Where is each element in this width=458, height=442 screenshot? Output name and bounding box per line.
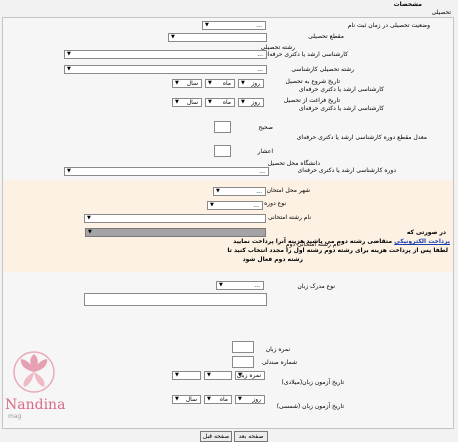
status-select[interactable]: ... ▼ [202, 21, 266, 30]
chevron-down-icon: ▼ [175, 396, 179, 402]
university-label: دانشگاه محل تحصیل [267, 160, 320, 167]
university-select[interactable]: ... ▼ [64, 167, 269, 176]
status-label: وضعیت تحصیلی در زمان ثبت نام [347, 22, 430, 29]
university-sub-label: دوره کارشناسی ارشد یا دکتری حرفه‌ای [297, 167, 396, 174]
cert-type-select[interactable]: ... ▼ [216, 281, 264, 290]
solar-month-select[interactable]: ماه ▼ [204, 395, 232, 404]
end-day-select[interactable]: روز ▼ [238, 98, 264, 107]
gpa-int-input[interactable] [214, 121, 231, 133]
major-sub-label: کارشناسی ارشد یا دکتری حرفه‌ای [263, 51, 348, 58]
end-day-value: روز [251, 99, 260, 106]
start-date-sub-label: کارشناسی ارشد یا دکتری حرفه‌ای [299, 86, 384, 93]
flower-logo-icon [13, 351, 55, 393]
end-month-select[interactable]: ماه ▼ [205, 98, 235, 107]
chevron-down-icon: ▼ [207, 372, 211, 378]
start-year-value: سال [186, 80, 198, 87]
university-select-value: ... [259, 168, 265, 175]
bachelor-major-select-value: ... [257, 66, 263, 73]
greg-year-select[interactable]: ▼ [172, 371, 201, 380]
gpa-dec-label: اعشار [257, 148, 273, 155]
status-select-value: ... [256, 22, 262, 29]
major2-select[interactable]: ▼ [85, 228, 266, 237]
nandina-logo: Nandina mag [5, 350, 66, 420]
greg-day-select[interactable]: نمره زبان ▼ [235, 371, 265, 380]
solar-year-value: سال [185, 396, 197, 403]
chevron-down-icon: ▼ [175, 99, 179, 105]
seat-number-label: شماره صندلی [261, 359, 297, 366]
major-select[interactable]: ... ▼ [64, 50, 267, 59]
start-month-select[interactable]: ماه ▼ [205, 79, 235, 88]
start-day-select[interactable]: روز ▼ [238, 79, 264, 88]
prev-page-button[interactable]: صفحه قبل [200, 431, 232, 442]
course-type-select-value: ... [253, 202, 259, 209]
section-subtitle: تحصیلی [431, 9, 451, 16]
exam-date-solar-label: تاریخ آزمون زبان (شمسی) [276, 403, 344, 410]
end-month-value: ماه [222, 99, 231, 106]
chevron-down-icon: ▼ [216, 188, 220, 194]
notice-line2-text: متقاضی رشته دوم می باشید هزینه آنرا پردا… [233, 238, 393, 245]
chevron-down-icon: ▼ [241, 99, 245, 105]
notice-line4: رشته دوم فعال شود [242, 256, 303, 263]
course-type-select[interactable]: ... ▼ [207, 201, 263, 210]
chevron-down-icon: ▼ [205, 22, 209, 28]
gpa-dec-input[interactable] [214, 145, 231, 157]
chevron-down-icon: ▼ [208, 80, 212, 86]
chevron-down-icon: ▼ [241, 80, 245, 86]
next-page-button[interactable]: صفحه بعد [234, 431, 268, 442]
notice-link[interactable]: پرداخت الکترونیکی [394, 238, 450, 245]
grade-select[interactable]: ▼ [168, 33, 267, 42]
gpa-label: معدل مقطع دوره کارشناسی ارشد یا دکتری حر… [296, 134, 427, 141]
grade-label: مقطع تحصیلی [308, 33, 344, 40]
chevron-down-icon: ▼ [67, 168, 71, 174]
score-input[interactable] [232, 341, 254, 353]
chevron-down-icon: ▼ [88, 229, 92, 235]
major-select-value: ... [257, 51, 263, 58]
chevron-down-icon: ▼ [207, 396, 211, 402]
cert-type-label: نوع مدرک زبان [297, 283, 335, 290]
end-year-value: سال [186, 99, 198, 106]
greg-month-select[interactable]: ▼ [204, 371, 232, 380]
city-select-value: ... [256, 188, 262, 195]
gpa-int-label: صحیح [258, 124, 273, 131]
city-select[interactable]: ... ▼ [213, 187, 266, 196]
major1-select[interactable]: ▼ [84, 214, 266, 223]
brand-sub: mag [8, 413, 22, 420]
chevron-down-icon: ▼ [238, 396, 242, 402]
notice-line3: لطفا پس از پرداخت هزینه برای رشته دوم رش… [227, 247, 448, 254]
solar-day-select[interactable]: روز ▼ [235, 395, 265, 404]
city-label: شهر محل امتحان [266, 187, 310, 194]
chevron-down-icon: ▼ [171, 34, 175, 40]
chevron-down-icon: ▼ [175, 80, 179, 86]
bachelor-major-select[interactable]: ... ▼ [64, 65, 267, 74]
cert-type-select-value: ... [254, 282, 260, 289]
solar-year-select[interactable]: سال ▼ [172, 395, 201, 404]
course-type-label: نوع دوره [264, 200, 286, 207]
brand-name: Nandina [5, 397, 66, 413]
chevron-down-icon: ▼ [67, 51, 71, 57]
start-month-value: ماه [222, 80, 231, 87]
section-title: مشخصات [393, 1, 422, 8]
notice-line1: در صورتی که [406, 229, 446, 236]
solar-month-value: ماه [219, 396, 228, 403]
chevron-down-icon: ▼ [67, 66, 71, 72]
cert-detail-input[interactable] [84, 293, 267, 306]
exam-date-gregorian-label: تاریخ آزمون زبان(میلادی) [281, 379, 345, 386]
chevron-down-icon: ▼ [208, 99, 212, 105]
chevron-down-icon: ▼ [238, 372, 242, 378]
score-label: نمره زبان [265, 346, 290, 353]
notice-line2: پرداخت الکترونیکی متقاضی رشته دوم می باش… [233, 238, 450, 245]
start-year-select[interactable]: سال ▼ [172, 79, 202, 88]
start-day-value: روز [251, 80, 260, 87]
seat-number-input[interactable] [232, 356, 254, 368]
start-date-label: تاریخ شروع به تحصیل [285, 78, 340, 85]
chevron-down-icon: ▼ [210, 202, 214, 208]
solar-day-value: روز [252, 396, 261, 403]
end-date-sub-label: کارشناسی ارشد یا دکتری حرفه‌ای [299, 105, 384, 112]
chevron-down-icon: ▼ [219, 282, 223, 288]
bachelor-major-label: رشته تحصیلی کارشناسی [291, 66, 354, 73]
end-date-label: تاریخ فراغت از تحصیل [283, 97, 340, 104]
chevron-down-icon: ▼ [87, 215, 91, 221]
chevron-down-icon: ▼ [175, 372, 179, 378]
end-year-select[interactable]: سال ▼ [172, 98, 202, 107]
